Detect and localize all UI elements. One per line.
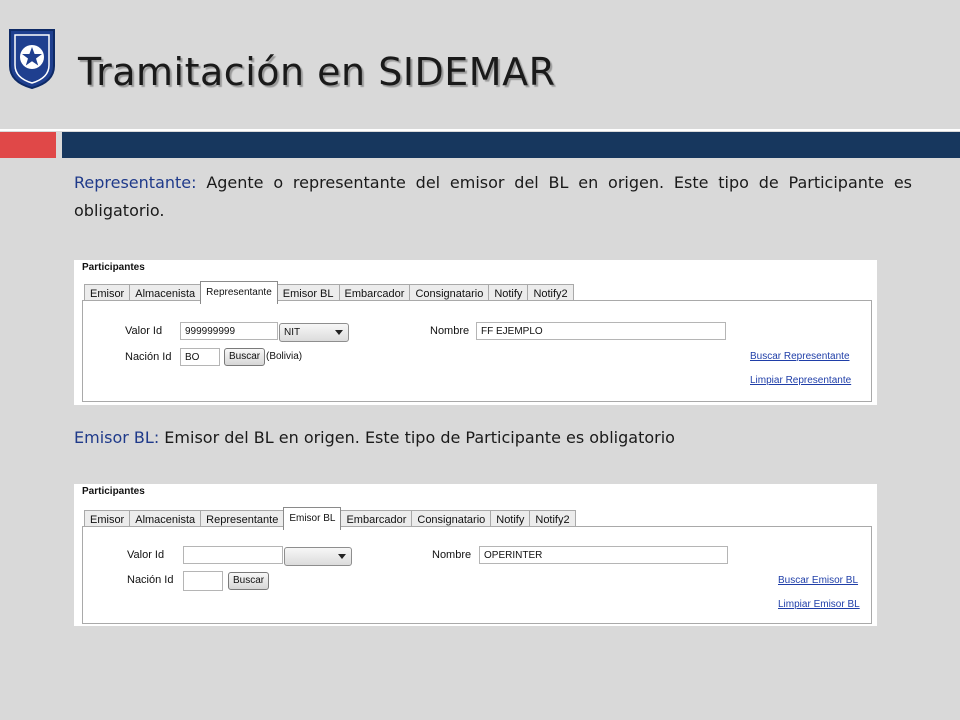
buscar-representante-link[interactable]: Buscar Representante [750,351,850,362]
participantes-panel-representante: Participantes Emisor Almacenista Represe… [74,260,877,405]
slide-title: Tramitación en SIDEMAR [78,50,556,94]
valor-id-label: Valor Id [125,325,163,337]
nacion-id-input[interactable]: BO [180,348,220,366]
emisor-bl-description: Emisor BL: Emisor del BL en origen. Este… [74,424,912,452]
accent-bar-red [0,132,56,158]
buscar-button[interactable]: Buscar [224,348,266,366]
valor-id-label: Valor Id [127,549,165,561]
limpiar-emisor-bl-link[interactable]: Limpiar Emisor BL [778,599,860,610]
nacion-id-label: Nación Id [125,351,172,363]
buscar-emisor-bl-link[interactable]: Buscar Emisor BL [778,575,858,586]
nacion-id-input[interactable] [183,571,223,591]
tab-content: Valor Id Nombre OPERINTER Nación Id Busc… [82,526,872,624]
tab-content: Valor Id 999999999 NIT Nombre FF EJEMPLO… [82,300,872,402]
panel-title: Participantes [82,486,145,497]
chevron-down-icon [338,554,346,559]
nombre-input[interactable]: OPERINTER [479,546,728,564]
nombre-input[interactable]: FF EJEMPLO [476,322,726,340]
tipo-id-select[interactable]: NIT [279,323,349,342]
nombre-label: Nombre [432,549,472,561]
emisor-bl-term: Emisor BL: [74,428,160,447]
title-divider-line [0,129,960,131]
tab-representante[interactable]: Representante [200,281,278,304]
star-shield-icon [9,29,55,90]
valor-id-input[interactable]: 999999999 [180,322,278,340]
tipo-id-value: NIT [284,327,301,338]
accent-bar-blue [62,132,960,158]
participantes-panel-emisor-bl: Participantes Emisor Almacenista Represe… [74,484,877,626]
representante-text: Agente o representante del emisor del BL… [74,173,912,220]
aduanas-logo [6,26,58,90]
representante-term: Representante: [74,173,197,192]
valor-id-input[interactable] [183,546,283,564]
panel-title: Participantes [82,262,145,273]
chevron-down-icon [335,330,343,335]
buscar-button[interactable]: Buscar [228,572,270,590]
pais-text: (Bolivia) [266,351,303,362]
emisor-bl-text: Emisor del BL en origen. Este tipo de Pa… [159,428,675,447]
nacion-id-label: Nación Id [127,574,174,586]
nombre-label: Nombre [430,325,470,337]
tipo-id-select[interactable] [284,547,352,566]
limpiar-representante-link[interactable]: Limpiar Representante [750,375,851,386]
representante-description: Representante: Agente o representante de… [74,169,912,225]
tab-emisor-bl[interactable]: Emisor BL [283,507,342,530]
